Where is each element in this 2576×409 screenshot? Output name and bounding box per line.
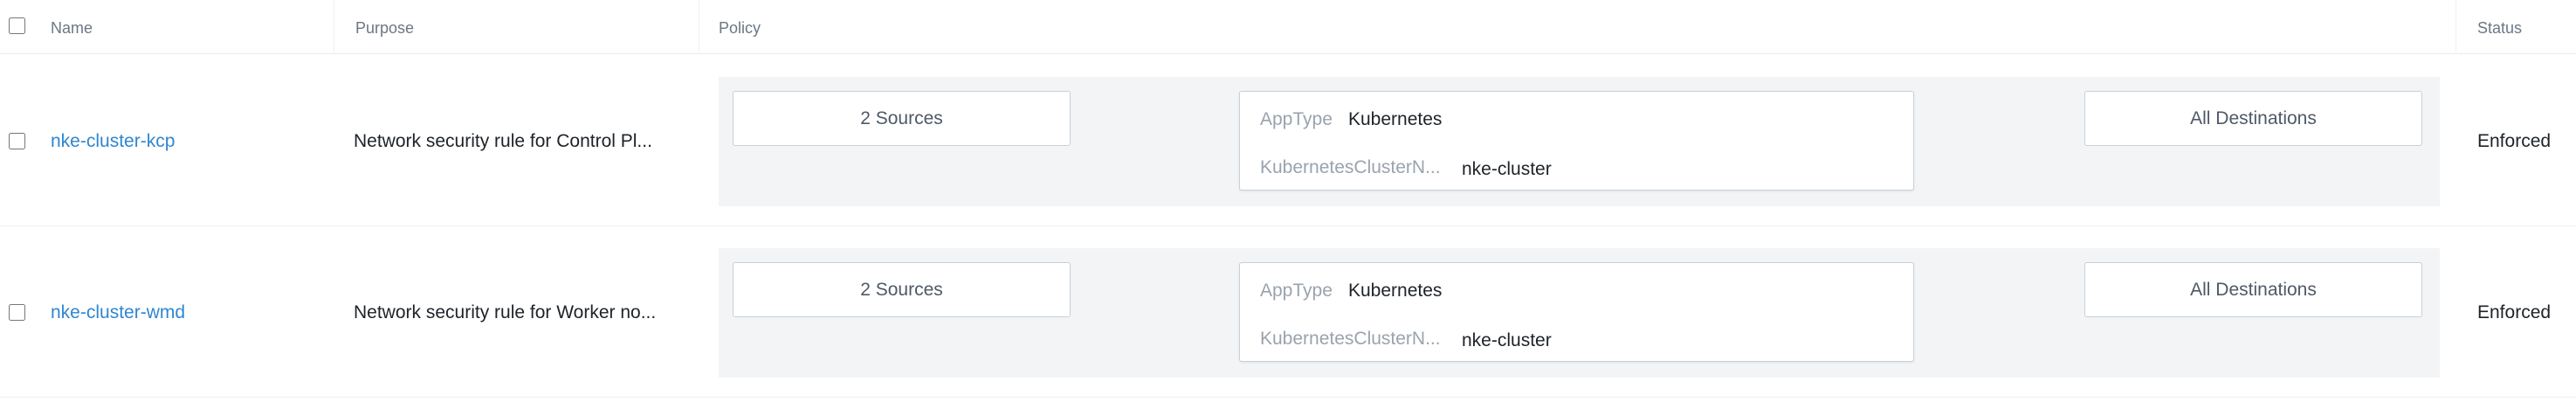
destinations-label: All Destinations bbox=[2190, 107, 2317, 128]
status-text: Enforced bbox=[2477, 302, 2552, 322]
column-divider[interactable] bbox=[2455, 0, 2456, 54]
row-divider bbox=[0, 225, 2576, 226]
destinations-box[interactable]: All Destinations bbox=[2084, 262, 2422, 317]
rule-name-link[interactable]: nke-cluster-kcp bbox=[51, 131, 175, 152]
category-box[interactable]: AppType Kubernetes KubernetesClusterN...… bbox=[1239, 262, 1914, 362]
column-header-policy[interactable]: Policy bbox=[719, 19, 761, 38]
category-key-cluster: KubernetesClusterN... bbox=[1260, 329, 1441, 349]
column-header-name[interactable]: Name bbox=[51, 19, 93, 38]
sources-box[interactable]: 2 Sources bbox=[733, 91, 1071, 146]
category-key-cluster: KubernetesClusterN... bbox=[1260, 157, 1441, 177]
column-header-purpose[interactable]: Purpose bbox=[355, 19, 414, 38]
destinations-box[interactable]: All Destinations bbox=[2084, 91, 2422, 146]
row-divider bbox=[0, 397, 2576, 398]
category-value-apptype: Kubernetes bbox=[1348, 281, 1443, 301]
category-value-cluster: nke-cluster bbox=[1462, 330, 1552, 350]
sources-label: 2 Sources bbox=[860, 107, 943, 128]
status-text: Enforced bbox=[2477, 131, 2552, 151]
sources-box[interactable]: 2 Sources bbox=[733, 262, 1071, 317]
table-header: Name Purpose Policy Status bbox=[0, 0, 2576, 54]
category-value-apptype: Kubernetes bbox=[1348, 109, 1443, 129]
category-value-cluster: nke-cluster bbox=[1462, 159, 1552, 179]
row-checkbox[interactable] bbox=[9, 133, 25, 149]
category-key-apptype: AppType bbox=[1260, 281, 1333, 301]
sources-label: 2 Sources bbox=[860, 279, 943, 300]
destinations-label: All Destinations bbox=[2190, 279, 2317, 300]
category-key-apptype: AppType bbox=[1260, 109, 1333, 129]
column-header-status[interactable]: Status bbox=[2477, 19, 2522, 38]
row-checkbox[interactable] bbox=[9, 304, 25, 321]
select-all-checkbox[interactable] bbox=[9, 17, 25, 34]
category-box[interactable]: AppType Kubernetes KubernetesClusterN...… bbox=[1239, 91, 1914, 191]
rule-purpose: Network security rule for Control Pl... bbox=[354, 131, 652, 151]
rule-purpose: Network security rule for Worker no... bbox=[354, 302, 657, 322]
rule-name-link[interactable]: nke-cluster-wmd bbox=[51, 302, 185, 323]
